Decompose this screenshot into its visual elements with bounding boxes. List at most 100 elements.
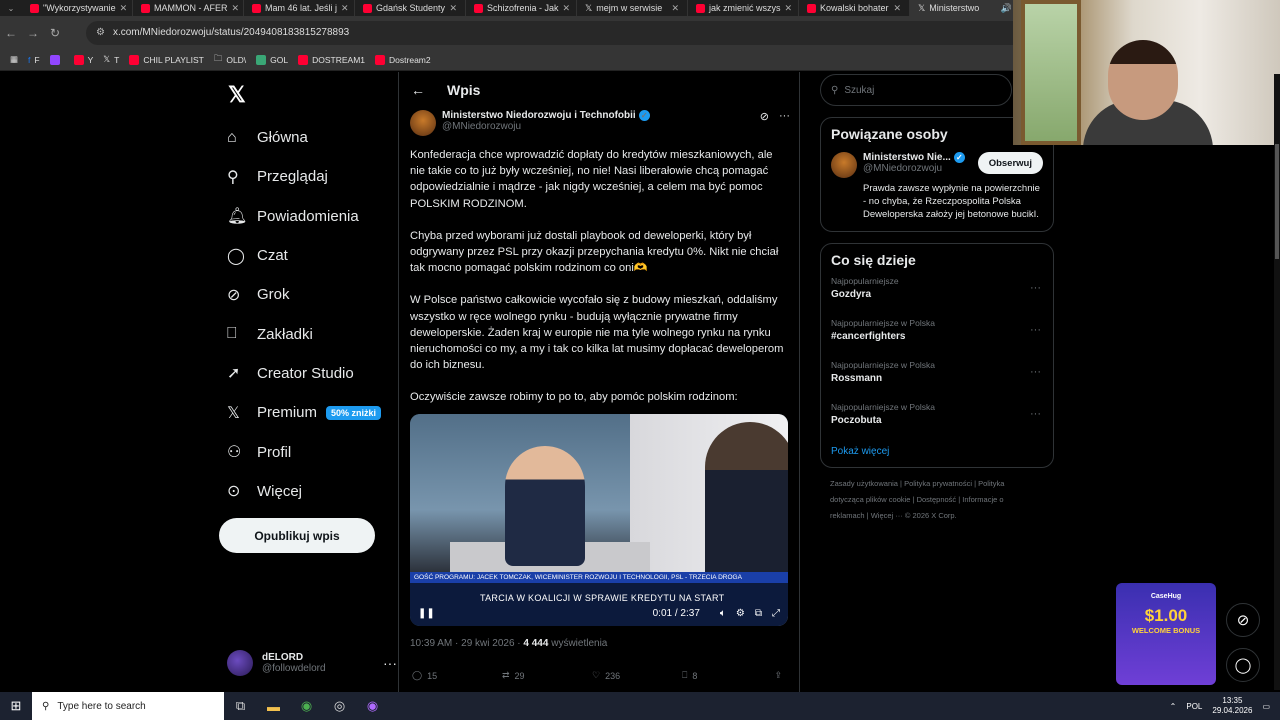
browser-tab[interactable]: MAMMON - AFER ✕	[133, 0, 244, 16]
close-tab-icon[interactable]: ✕	[232, 3, 240, 14]
nav-explore[interactable]: ⚲ Przeglądaj	[219, 157, 397, 196]
search-input[interactable]: ⚲ Szukaj	[820, 74, 1012, 106]
close-tab-icon[interactable]: ✕	[893, 3, 901, 14]
grok-icon[interactable]: ⊘	[760, 110, 769, 140]
browser-tab[interactable]: Gdańsk Studenty ✕	[355, 0, 466, 16]
video-player[interactable]: GOŚĆ PROGRAMU: JACEK TOMCZAK, WICEMINIST…	[410, 414, 788, 626]
show-more-link[interactable]: Pokaż więcej	[821, 440, 1053, 467]
browser-tab-active[interactable]: 𝕏 Ministerstwo 🔊	[910, 0, 1021, 16]
scrollbar-thumb[interactable]	[1275, 144, 1279, 259]
more-options-icon[interactable]: ···	[1030, 324, 1041, 336]
browser-tab[interactable]: jak zmienić wszys ✕	[688, 0, 799, 16]
webcam-person-head	[1108, 40, 1178, 120]
account-switcher[interactable]: dELORD @followdelord ···	[227, 646, 397, 680]
bookmark-twitch[interactable]	[49, 54, 64, 65]
author-handle[interactable]: @MNiedorozwoju	[442, 121, 521, 132]
notifications-icon[interactable]: ▭	[1262, 702, 1270, 711]
person-name[interactable]: Ministerstwo Nie...	[863, 152, 951, 163]
author-name[interactable]: Ministerstwo Niedorozwoju i Technofobii	[442, 110, 636, 121]
trend-item[interactable]: Najpopularniejsze w Polska #cancerfighter…	[821, 314, 1053, 356]
settings-icon[interactable]: ⚙	[736, 608, 745, 619]
back-arrow-icon[interactable]: ←	[411, 82, 447, 98]
more-options-icon[interactable]: ···	[1030, 282, 1041, 294]
bookmark-dostream1[interactable]: DOSTREAM1	[298, 54, 365, 65]
speaker-icon[interactable]: 🔊	[1001, 3, 1012, 14]
close-tab-icon[interactable]: ✕	[785, 3, 793, 14]
clock[interactable]: 13:35 29.04.2026	[1212, 696, 1252, 716]
file-explorer-icon[interactable]: ▬	[257, 699, 290, 714]
bookmark-gol[interactable]: GOL	[256, 54, 288, 65]
post-meta: 10:39 AM · 29 kwi 2026 · 4 444 wyświetle…	[410, 638, 607, 649]
browser-tab[interactable]: Mam 46 lat. Jeśli j ✕	[244, 0, 355, 16]
nav-profile[interactable]: ⚇ Profil	[219, 432, 397, 471]
pause-icon[interactable]: ❚❚	[418, 608, 435, 619]
bookmark-youtube[interactable]: Y	[73, 54, 93, 65]
follow-button[interactable]: Obserwuj	[977, 152, 1043, 174]
task-view-icon[interactable]: ⧉	[224, 698, 257, 714]
bookmark-facebook[interactable]: fF	[28, 55, 40, 65]
more-options-icon[interactable]: ···	[779, 110, 790, 140]
bookmark-old[interactable]: 🗀 OLD\	[214, 53, 246, 67]
trend-item[interactable]: Najpopularniejsze w Polska Poczobuta ···	[821, 398, 1053, 440]
nav-bookmarks[interactable]: ⎕ Zakładki	[219, 314, 397, 353]
nav-notifications[interactable]: 🔔︎ Powiadomienia	[219, 197, 397, 236]
trend-item[interactable]: Najpopularniejsze Gozdyra ···	[821, 272, 1053, 314]
nav-chat[interactable]: ◯ Czat	[219, 236, 397, 275]
more-options-icon[interactable]: ···	[1030, 366, 1041, 378]
browser-tab[interactable]: Schizofrenia - Jak ✕	[466, 0, 577, 16]
more-options-icon[interactable]: ···	[383, 655, 397, 671]
browser-tab[interactable]: Kowalski bohater ✕	[799, 0, 910, 16]
footer-links[interactable]: Zasady użytkowania | Polityka prywatnośc…	[820, 468, 1050, 532]
language-indicator[interactable]: POL	[1186, 702, 1202, 711]
fullscreen-icon[interactable]: ⤢	[772, 608, 780, 619]
grok-floating-button[interactable]: ⊘	[1226, 603, 1260, 637]
apps-icon[interactable]: ▦	[10, 54, 18, 65]
site-info-icon[interactable]: ⚙	[96, 27, 105, 38]
close-tab-icon[interactable]: ✕	[671, 3, 679, 14]
related-person[interactable]: Ministerstwo Nie... ✓ @MNiedorozwoju Obse…	[821, 146, 1053, 231]
scrollbar[interactable]	[1274, 74, 1280, 690]
close-tab-icon[interactable]: ✕	[341, 3, 349, 14]
reload-icon[interactable]: ↻	[44, 26, 66, 40]
back-icon[interactable]: ←	[0, 26, 22, 40]
post-timestamp[interactable]: 10:39 AM · 29 kwi 2026 ·	[410, 638, 523, 649]
post-header: ← Wpis	[399, 72, 799, 108]
like-button[interactable]: ♡ 236	[592, 670, 682, 681]
bookmark-x[interactable]: 𝕏T	[103, 54, 119, 65]
repost-button[interactable]: ⇄ 29	[502, 670, 592, 681]
nav-grok[interactable]: ⊘ Grok	[219, 275, 397, 314]
bookmark-button[interactable]: ⎕ 8	[682, 670, 772, 681]
x-logo-icon[interactable]: 𝕏	[228, 82, 246, 108]
post-button[interactable]: Opublikuj wpis	[219, 518, 375, 553]
casehug-ad[interactable]: CaseHug $1.00 WELCOME BONUS	[1116, 583, 1216, 685]
tray-chevron-icon[interactable]: ⌃	[1170, 702, 1177, 711]
close-tab-icon[interactable]: ✕	[449, 3, 457, 14]
trend-item[interactable]: Najpopularniejsze w Polska Rossmann ···	[821, 356, 1053, 398]
app-icon-2[interactable]: ◉	[356, 698, 389, 714]
nav-home[interactable]: ⌂ Główna	[219, 118, 397, 157]
volume-icon[interactable]: 🔈︎	[720, 608, 726, 619]
taskbar-search[interactable]: ⚲ Type here to search	[32, 692, 224, 720]
close-tab-icon[interactable]: ✕	[120, 3, 128, 14]
reply-button[interactable]: ◯ 15	[412, 670, 502, 681]
tab-menu-icon[interactable]: ⌄	[0, 4, 22, 13]
nav-more[interactable]: ⊙ Więcej	[219, 472, 397, 511]
windows-start-icon[interactable]: ⊞	[0, 698, 32, 714]
author-avatar[interactable]	[410, 110, 436, 136]
bookmark-chil-playlist[interactable]: CHIL PLAYLIST	[129, 54, 204, 65]
more-options-icon[interactable]: ···	[1030, 408, 1041, 420]
bookmark-dostream2[interactable]: Dostream2	[375, 54, 431, 65]
chrome-icon[interactable]: ◉	[290, 698, 323, 714]
browser-tab[interactable]: 𝕏mejm w serwisie ✕	[577, 0, 688, 16]
close-tab-icon[interactable]: ✕	[563, 3, 571, 14]
url-field[interactable]: ⚙ x.com/MNiedorozwoju/status/20494081838…	[86, 20, 1076, 45]
share-button[interactable]: ⇪	[774, 670, 782, 681]
messages-floating-button[interactable]: ◯	[1226, 648, 1260, 682]
browser-tab[interactable]: "Wykorzystywanie ✕	[22, 0, 133, 16]
nav-premium[interactable]: 𝕏 Premium 50% zniżki	[219, 393, 397, 432]
pip-icon[interactable]: ⧉	[755, 608, 762, 619]
forward-icon[interactable]: →	[22, 26, 44, 40]
avatar[interactable]	[831, 152, 857, 178]
nav-creator-studio[interactable]: ➚ Creator Studio	[219, 354, 397, 393]
app-icon[interactable]: ◎	[323, 698, 356, 714]
